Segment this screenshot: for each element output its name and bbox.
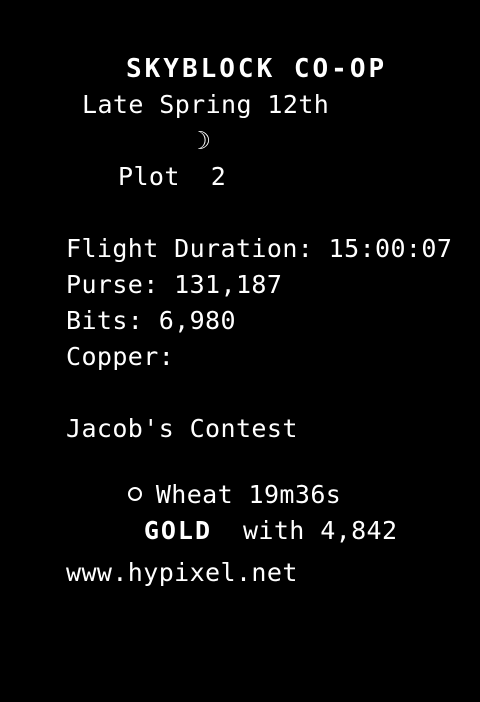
scoreboard-panel: SKYBLOCK CO-OP Late Spring 12th ☽ Plot 2… bbox=[0, 0, 480, 702]
flight-duration: Flight Duration: 15:00:07 bbox=[66, 234, 453, 263]
scoreboard-title: SKYBLOCK CO-OP bbox=[126, 54, 388, 84]
location-label: Plot 2 bbox=[118, 162, 227, 191]
purse: Purse: 131,187 bbox=[66, 270, 283, 299]
contest-score: with 4,842 bbox=[242, 516, 398, 545]
contest-rank: GOLD bbox=[143, 516, 213, 545]
season-date: Late Spring 12th bbox=[82, 90, 330, 119]
server-address: www.hypixel.net bbox=[66, 558, 298, 587]
copper: Copper: bbox=[66, 342, 175, 371]
moon-icon: ☽ bbox=[196, 126, 212, 155]
contest-title: Jacob's Contest bbox=[66, 414, 298, 443]
bits: Bits: 6,980 bbox=[66, 306, 236, 335]
